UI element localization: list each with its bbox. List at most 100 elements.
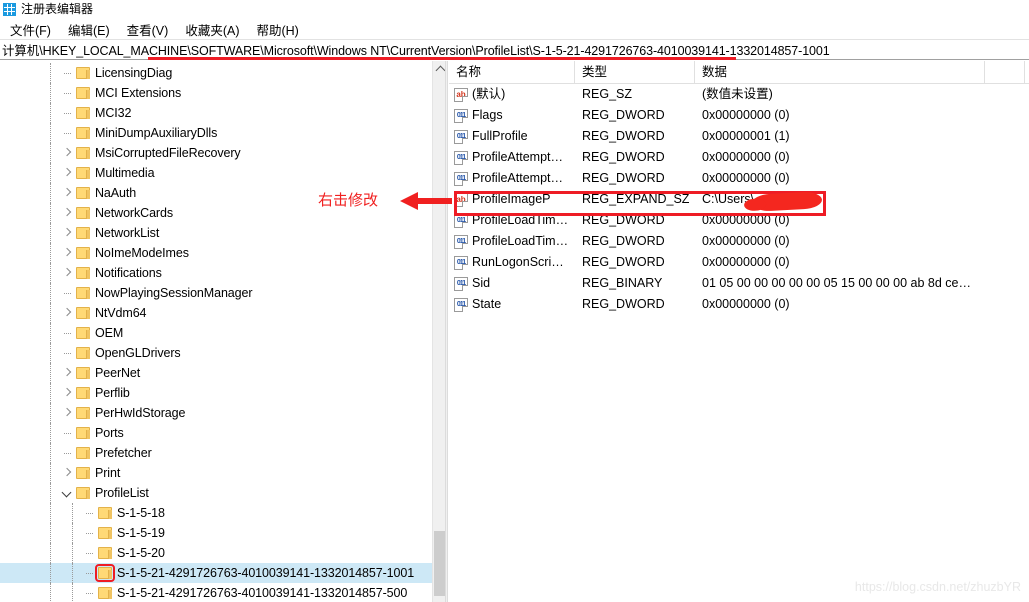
value-row[interactable]: ab (默认) REG_SZ (数值未设置) [449, 84, 1029, 105]
tree-item-label: PeerNet [95, 366, 141, 380]
chevron-right-icon[interactable] [60, 163, 76, 183]
folder-icon [76, 487, 90, 499]
tree-item-label: MiniDumpAuxiliaryDlls [95, 126, 218, 140]
chevron-right-icon[interactable] [60, 243, 76, 263]
binary-value-icon: 011 [454, 129, 468, 144]
tree-guide-line [50, 243, 51, 263]
panel-splitter[interactable] [445, 61, 448, 602]
menu-item-1[interactable]: 文件(F) [4, 18, 62, 41]
tree-item-label: NetworkCards [95, 206, 173, 220]
tree-item[interactable]: LicensingDiag [0, 63, 432, 83]
tree-item[interactable]: S-1-5-20 [0, 543, 432, 563]
tree-guide-line [50, 283, 51, 303]
value-name-cell: 011 RunLogonScri… [449, 252, 575, 273]
folder-icon [76, 267, 90, 279]
chevron-right-icon[interactable] [60, 203, 76, 223]
folder-icon [98, 587, 112, 599]
tree-item[interactable]: PeerNet [0, 363, 432, 383]
tree-connector [82, 583, 98, 602]
value-row[interactable]: ab ProfileImageP REG_EXPAND_SZ C:\Users\ [449, 189, 1029, 210]
folder-icon [76, 367, 90, 379]
tree-guide-line [72, 563, 73, 583]
value-name-cell: 011 FullProfile [449, 126, 575, 147]
binary-value-icon: 011 [454, 108, 468, 123]
scrollbar-thumb[interactable] [434, 531, 445, 596]
value-row[interactable]: 011 RunLogonScri… REG_DWORD 0x00000000 (0) [449, 252, 1029, 273]
value-row[interactable]: 011 State REG_DWORD 0x00000000 (0) [449, 294, 1029, 315]
tree-item[interactable]: MCI Extensions [0, 83, 432, 103]
tree-guide-line [50, 63, 51, 83]
registry-values-list[interactable]: 名称 类型 数据 ab (默认) REG_SZ (数值未设置) 011 Flags REG_DW… [449, 61, 1029, 602]
menu-item-4[interactable]: 收藏夹(A) [179, 18, 250, 41]
tree-item[interactable]: Ports [0, 423, 432, 443]
folder-icon [98, 547, 112, 559]
tree-item[interactable]: NtVdm64 [0, 303, 432, 323]
tree-item[interactable]: Multimedia [0, 163, 432, 183]
tree-item[interactable]: ProfileList [0, 483, 432, 503]
column-header[interactable]: 数据 [695, 61, 985, 84]
chevron-right-icon[interactable] [60, 303, 76, 323]
tree-item[interactable]: NowPlayingSessionManager [0, 283, 432, 303]
value-row[interactable]: 011 ProfileLoadTim… REG_DWORD 0x00000000 (0… [449, 210, 1029, 231]
value-row[interactable]: 011 Sid REG_BINARY 01 05 00 00 00 00 00 05 … [449, 273, 1029, 294]
value-row[interactable]: 011 ProfileAttempt… REG_DWORD 0x00000000 (0… [449, 168, 1029, 189]
value-name: ProfileLoadTim… [472, 234, 569, 248]
tree-item[interactable]: NoImeModeImes [0, 243, 432, 263]
tree-item-label: S-1-5-19 [117, 526, 165, 540]
address-red-underline [148, 57, 736, 60]
tree-guide-line [50, 143, 51, 163]
tree-guide-line [50, 523, 51, 543]
tree-item[interactable]: S-1-5-21-4291726763-4010039141-133201485… [0, 563, 432, 583]
tree-item[interactable]: S-1-5-19 [0, 523, 432, 543]
tree-item[interactable]: Perflib [0, 383, 432, 403]
tree-guide-line [72, 503, 73, 523]
value-row[interactable]: 011 Flags REG_DWORD 0x00000000 (0) [449, 105, 1029, 126]
value-name-cell: 011 ProfileLoadTim… [449, 231, 575, 252]
tree-scrollbar[interactable] [432, 61, 446, 602]
chevron-down-icon[interactable] [60, 483, 76, 503]
chevron-right-icon[interactable] [60, 263, 76, 283]
tree-item[interactable]: Print [0, 463, 432, 483]
column-header[interactable]: 类型 [575, 61, 695, 84]
value-data: 01 05 00 00 00 00 00 05 15 00 00 00 ab 8… [702, 276, 971, 290]
folder-icon [76, 347, 90, 359]
value-type: REG_DWORD [582, 150, 665, 164]
tree-item[interactable]: Notifications [0, 263, 432, 283]
tree-item-label: LicensingDiag [95, 66, 173, 80]
tree-item-label: NowPlayingSessionManager [95, 286, 253, 300]
tree-item[interactable]: MsiCorruptedFileRecovery [0, 143, 432, 163]
tree-item[interactable]: S-1-5-18 [0, 503, 432, 523]
tree-guide-line [72, 523, 73, 543]
chevron-right-icon[interactable] [60, 463, 76, 483]
column-header[interactable]: 名称 [449, 61, 575, 84]
folder-icon [76, 167, 90, 179]
tree-item-label: NetworkList [95, 226, 160, 240]
menu-item-2[interactable]: 编辑(E) [62, 18, 121, 41]
value-row[interactable]: 011 ProfileLoadTim… REG_DWORD 0x00000000 (0… [449, 231, 1029, 252]
tree-item[interactable]: OEM [0, 323, 432, 343]
value-row[interactable]: 011 ProfileAttempt… REG_DWORD 0x00000000 (0… [449, 147, 1029, 168]
tree-connector [82, 503, 98, 523]
chevron-right-icon[interactable] [60, 223, 76, 243]
tree-item-label: Prefetcher [95, 446, 152, 460]
tree-item[interactable]: MiniDumpAuxiliaryDlls [0, 123, 432, 143]
chevron-right-icon[interactable] [60, 143, 76, 163]
menu-item-3[interactable]: 查看(V) [121, 18, 180, 41]
value-name: ProfileLoadTim… [472, 213, 569, 227]
value-name-cell: 011 ProfileAttempt… [449, 168, 575, 189]
registry-key-tree[interactable]: LicensingDiag MCI Extensions MCI32 MiniDump… [0, 61, 432, 602]
value-data: 0x00000000 (0) [702, 150, 790, 164]
tree-item-label: OpenGLDrivers [95, 346, 181, 360]
tree-item[interactable]: Prefetcher [0, 443, 432, 463]
tree-item[interactable]: S-1-5-21-4291726763-4010039141-133201485… [0, 583, 432, 602]
tree-item[interactable]: OpenGLDrivers [0, 343, 432, 363]
value-row[interactable]: 011 FullProfile REG_DWORD 0x00000001 (1) [449, 126, 1029, 147]
tree-item[interactable]: MCI32 [0, 103, 432, 123]
chevron-right-icon[interactable] [60, 183, 76, 203]
chevron-right-icon[interactable] [60, 403, 76, 423]
chevron-right-icon[interactable] [60, 363, 76, 383]
tree-item[interactable]: PerHwIdStorage [0, 403, 432, 423]
tree-item[interactable]: NetworkList [0, 223, 432, 243]
menu-item-5[interactable]: 帮助(H) [250, 18, 309, 41]
chevron-right-icon[interactable] [60, 383, 76, 403]
